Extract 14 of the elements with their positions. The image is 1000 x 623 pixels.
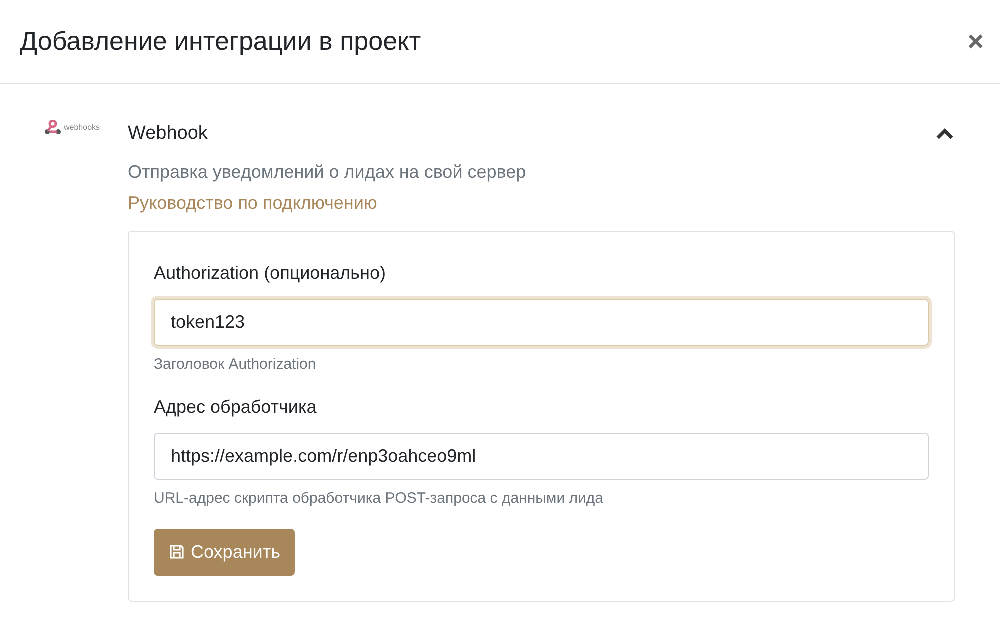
field-help: URL-адрес скрипта обработчика POST-запроса с данными лида — [154, 489, 604, 509]
close-button[interactable]: × — [968, 28, 984, 56]
field-label: Адрес обработчика — [154, 396, 318, 419]
webhook-logo-icon — [44, 120, 62, 136]
logo-text: webhooks — [64, 122, 100, 134]
integration-name: Webhook — [128, 122, 208, 146]
integration-description: Отправка уведомлений о лидах на свой сервер — [128, 160, 528, 184]
input-field[interactable]: https://example.com/r/enp3oahceo9ml — [154, 433, 929, 480]
field-label: Authorization (опционально) — [154, 262, 387, 285]
dialog-title: Добавление интеграции в проект — [20, 25, 422, 58]
guide-link[interactable]: Руководство по подключению — [128, 190, 955, 216]
save-button[interactable]: Сохранить — [154, 528, 296, 576]
field-help: Заголовок Authorization — [154, 354, 318, 374]
chevron-up-icon[interactable] — [935, 127, 955, 142]
